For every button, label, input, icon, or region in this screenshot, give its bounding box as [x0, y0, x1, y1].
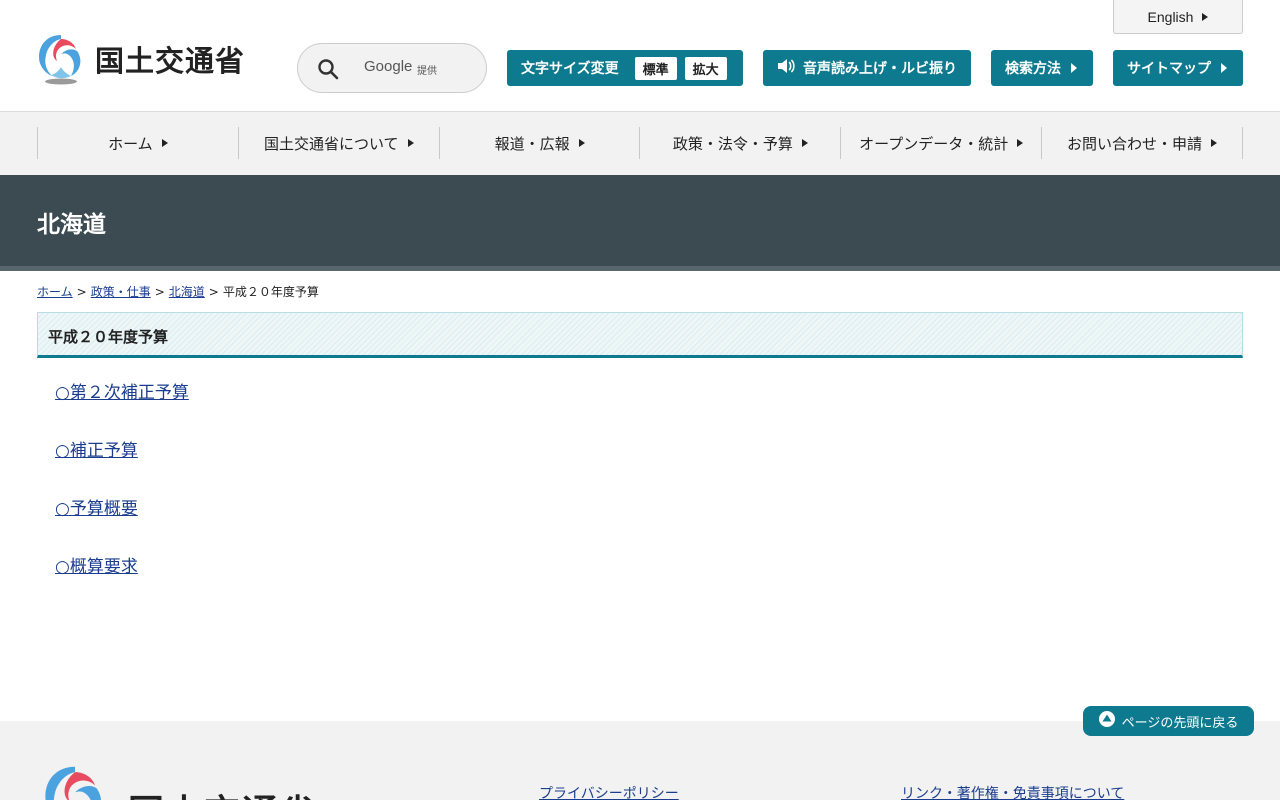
triangle-right-icon	[161, 139, 168, 147]
site-logo[interactable]: 国土交通省	[37, 33, 245, 85]
content-title: 平成２０年度予算	[48, 328, 169, 346]
breadcrumb-link-hokkaido[interactable]: 北海道	[169, 285, 205, 299]
search-method-label: 検索方法	[1005, 61, 1061, 77]
site-header: 国土交通省 Google 提供 文字サイズ変更 標準 拡大 音声読み上げ・ルビ振…	[0, 0, 1280, 112]
back-to-top-button[interactable]: ページの先頭に戻る	[1083, 706, 1254, 736]
footer-link-copyright[interactable]: リンク・著作権・免責事項について	[901, 783, 1124, 800]
voice-ruby-button[interactable]: 音声読み上げ・ルビ振り	[763, 50, 971, 86]
nav-item-contact[interactable]: お問い合わせ・申請	[1041, 127, 1243, 159]
speaker-icon	[777, 58, 795, 78]
budget-link-list: ○第２次補正予算 ○補正予算 ○予算概要 ○概算要求	[55, 378, 189, 610]
english-label: English	[1147, 8, 1194, 25]
logo-text: 国土交通省	[95, 44, 246, 78]
breadcrumb-link-policy[interactable]: 政策・仕事	[91, 285, 151, 299]
breadcrumb-separator: >	[76, 285, 87, 299]
triangle-right-icon	[1071, 63, 1077, 73]
sitemap-label: サイトマップ	[1127, 61, 1211, 77]
nav-item-home[interactable]: ホーム	[37, 127, 238, 159]
global-nav: ホーム 国土交通省について 報道・広報 政策・法令・予算 オープンデータ・統計 …	[0, 112, 1280, 175]
voice-ruby-label: 音声読み上げ・ルビ振り	[803, 61, 957, 77]
breadcrumb-separator: >	[154, 285, 165, 299]
list-item: ○予算概要	[55, 494, 189, 552]
nav-item-press[interactable]: 報道・広報	[438, 127, 640, 159]
link-second-supplementary-budget[interactable]: ○第２次補正予算	[55, 383, 189, 403]
font-size-label: 文字サイズ変更	[521, 61, 619, 77]
back-to-top-label: ページの先頭に戻る	[1121, 715, 1239, 731]
triangle-right-icon	[801, 139, 808, 147]
list-item: ○補正予算	[55, 436, 189, 494]
site-search-input[interactable]: Google 提供	[297, 43, 487, 93]
search-icon[interactable]	[317, 58, 339, 84]
font-size-large-button[interactable]: 拡大	[684, 56, 727, 80]
triangle-right-icon	[1211, 139, 1218, 147]
nav-item-about[interactable]: 国土交通省について	[237, 127, 439, 159]
breadcrumb-link-home[interactable]: ホーム	[37, 285, 73, 299]
breadcrumb-separator: >	[208, 285, 219, 299]
font-size-control: 文字サイズ変更 標準 拡大	[507, 50, 743, 86]
google-brand-text: Google	[364, 58, 413, 75]
breadcrumb: ホーム > 政策・仕事 > 北海道 > 平成２０年度予算	[37, 283, 319, 300]
mlit-emblem-icon	[45, 766, 101, 800]
content-heading-box: 平成２０年度予算	[37, 312, 1243, 358]
breadcrumb-current: 平成２０年度予算	[222, 285, 319, 299]
triangle-right-icon	[1017, 139, 1024, 147]
list-item: ○第２次補正予算	[55, 378, 189, 436]
link-budget-request[interactable]: ○概算要求	[55, 557, 138, 577]
page-title: 北海道	[37, 212, 106, 238]
list-item: ○概算要求	[55, 552, 189, 610]
link-budget-overview[interactable]: ○予算概要	[55, 499, 138, 519]
mlit-emblem-icon	[39, 35, 81, 85]
search-method-button[interactable]: 検索方法	[991, 50, 1093, 86]
google-provided-text: 提供	[417, 66, 437, 77]
nav-item-policy[interactable]: 政策・法令・予算	[639, 127, 840, 159]
triangle-right-icon	[578, 139, 585, 147]
link-supplementary-budget[interactable]: ○補正予算	[55, 441, 138, 461]
page-heading-band: 北海道	[0, 175, 1280, 271]
arrow-up-circle-icon	[1098, 711, 1115, 731]
footer-logo-text: 国土交通省	[128, 784, 318, 800]
sitemap-button[interactable]: サイトマップ	[1113, 50, 1243, 86]
triangle-right-icon	[1202, 12, 1209, 21]
english-button[interactable]: English	[1113, 0, 1243, 34]
font-size-standard-button[interactable]: 標準	[634, 56, 677, 80]
triangle-right-icon	[407, 139, 414, 147]
footer-logo[interactable]: 国土交通省	[38, 764, 318, 800]
nav-item-opendata[interactable]: オープンデータ・統計	[840, 127, 1041, 159]
footer-link-privacy[interactable]: プライバシーポリシー	[539, 783, 679, 800]
triangle-right-icon	[1221, 63, 1227, 73]
